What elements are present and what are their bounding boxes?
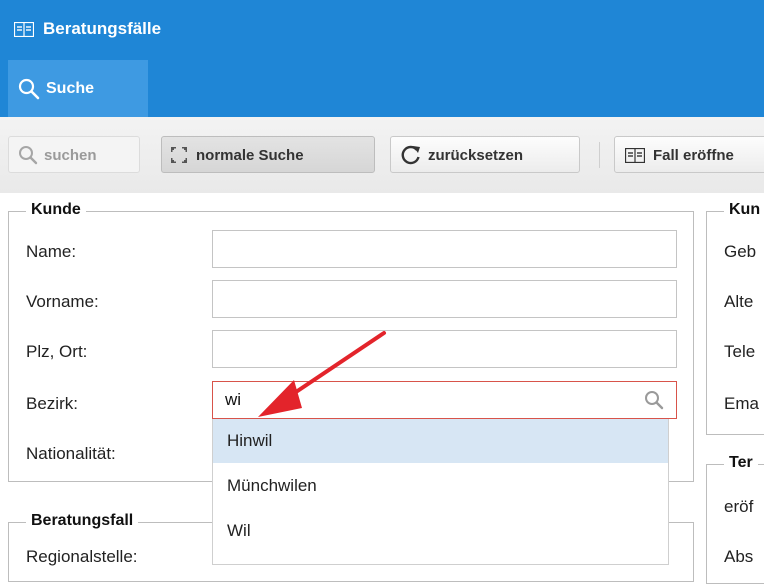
annotation-arrow-icon <box>258 331 386 417</box>
